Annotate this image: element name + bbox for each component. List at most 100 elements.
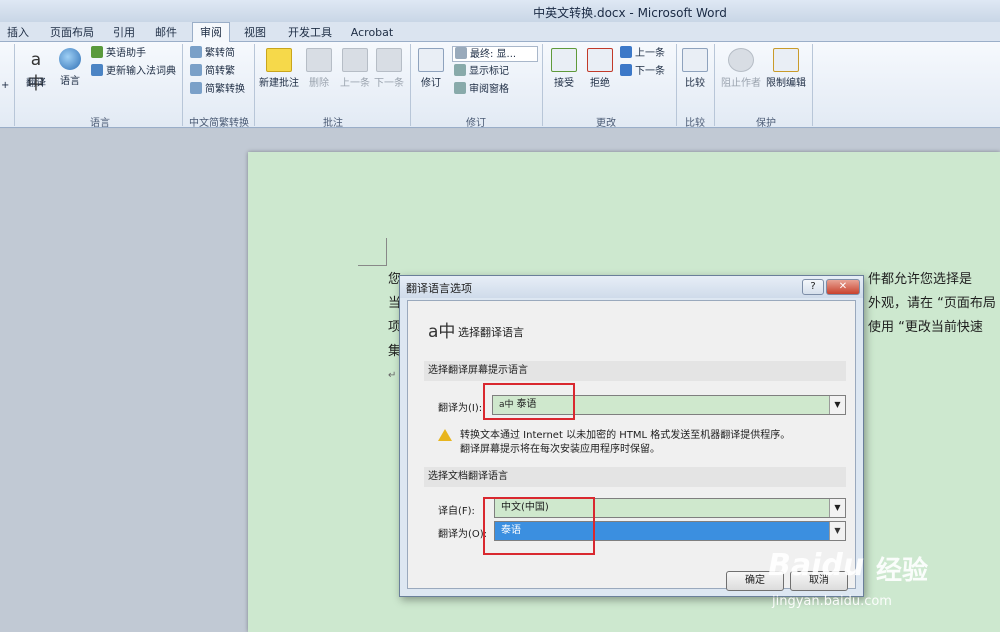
compare-button[interactable]: 比较 (680, 48, 710, 89)
convert-icon (190, 82, 202, 94)
group-label-language: 语言 (90, 118, 110, 129)
translate-button[interactable]: a中 翻译 (20, 48, 52, 94)
new-comment-icon (266, 48, 292, 72)
doc-fragment-2: 外观，请在 “页面布局 (868, 296, 996, 311)
help-button[interactable]: ? (802, 279, 824, 295)
baidu-watermark: Baidu 经验 jingyan.baidu.com (768, 540, 1000, 632)
group-label-protect: 保护 (756, 118, 776, 129)
group-label-tracking: 修订 (466, 118, 486, 129)
close-button[interactable]: ✕ (826, 279, 860, 295)
tab-insert[interactable]: 插入 (4, 24, 32, 42)
doc-translate-to-label: 翻译为(O): (438, 529, 488, 540)
compare-icon (682, 48, 708, 72)
block-authors-icon (728, 48, 754, 72)
block-authors-label: 阻止作者 (721, 78, 761, 89)
english-assistant-label: 英语助手 (106, 48, 146, 59)
delete-comment-icon (306, 48, 332, 72)
prev-change-button[interactable]: 上一条 (620, 46, 665, 62)
convert-sc-tc-button[interactable]: 简繁转换 (190, 82, 245, 98)
convert-sc-tc-label: 简繁转换 (205, 84, 245, 95)
warning-text: 转换文本通过 Internet 以未加密的 HTML 格式发送至机器翻译提供程序… (460, 429, 790, 457)
watermark-suffix: 经验 (876, 556, 929, 586)
prev-change-icon (620, 46, 632, 58)
restrict-editing-button[interactable]: 限制编辑 (764, 48, 808, 89)
warning-line-1: 转换文本通过 Internet 以未加密的 HTML 格式发送至机器翻译提供程序… (460, 430, 791, 441)
highlight-box-2 (483, 497, 595, 555)
accept-icon (551, 48, 577, 72)
tab-developer[interactable]: 开发工具 (282, 24, 338, 42)
next-change-label: 下一条 (635, 66, 665, 77)
language-label: 语言 (60, 76, 80, 87)
update-ime-label: 更新输入法词典 (106, 66, 176, 77)
new-comment-button[interactable]: 新建批注 (258, 48, 300, 89)
next-change-button[interactable]: 下一条 (620, 64, 665, 80)
tab-review[interactable]: 审阅 (192, 22, 230, 43)
review-pane-button[interactable]: 审阅窗格 (454, 82, 509, 98)
language-globe-icon (59, 48, 81, 70)
doc-fragment-3: 使用 “更改当前快速 (868, 320, 983, 335)
delete-comment-button[interactable]: 删除 (304, 48, 334, 89)
chevron-down-icon[interactable]: ▼ (829, 499, 845, 517)
ribbon-tabs: 插入 页面布局 引用 邮件 审阅 视图 开发工具 Acrobat (0, 22, 1000, 43)
watermark-brand: Baidu (768, 548, 865, 583)
reject-label: 拒绝 (590, 78, 610, 89)
group-label-compare: 比较 (685, 118, 705, 129)
book-icon (91, 46, 103, 58)
restrict-edit-label: 限制编辑 (766, 78, 806, 89)
show-markup-label: 显示标记 (469, 66, 509, 77)
to-simplified-label: 繁转简 (205, 48, 235, 59)
language-button[interactable]: 语言 (54, 48, 86, 87)
next-comment-button[interactable]: 下一条 (372, 48, 406, 89)
section-document-language: 选择文档翻译语言 (424, 467, 846, 487)
block-authors-button[interactable]: 阻止作者 (720, 48, 762, 89)
tab-acrobat[interactable]: Acrobat (348, 24, 396, 42)
tab-view[interactable]: 视图 (240, 24, 270, 42)
next-change-icon (620, 64, 632, 76)
to-traditional-button[interactable]: 简转繁 (190, 64, 235, 80)
next-comment-label: 下一条 (374, 78, 404, 89)
compare-label: 比较 (685, 78, 705, 89)
prev-change-label: 上一条 (635, 48, 665, 59)
reject-icon (587, 48, 613, 72)
final-show-dropdown[interactable]: 最终: 显... (452, 46, 538, 62)
to-traditional-label: 简转繁 (205, 66, 235, 77)
track-changes-icon (418, 48, 444, 72)
lock-icon (773, 48, 799, 72)
display-icon (455, 47, 467, 59)
accept-button[interactable]: 接受 (548, 48, 580, 89)
update-ime-button[interactable]: 更新输入法词典 (91, 64, 176, 80)
dialog-title-bar: 翻译语言选项 ? ✕ (400, 276, 863, 298)
track-changes-button[interactable]: 修订 (416, 48, 446, 89)
title-bar: 中英文转换.docx - Microsoft Word (0, 0, 1000, 22)
english-assistant-button[interactable]: 英语助手 (91, 46, 146, 62)
prev-comment-label: 上一条 (340, 78, 370, 89)
traditional-icon (190, 64, 202, 76)
doc-fragment-1: 件都允许您选择是 (868, 272, 973, 287)
to-simplified-button[interactable]: 繁转简 (190, 46, 235, 62)
simplified-icon (190, 46, 202, 58)
chevron-down-icon[interactable]: ▼ (829, 396, 845, 414)
group-label-convert: 中文简繁转换 (189, 118, 249, 129)
tab-mailings[interactable]: 邮件 (152, 24, 180, 42)
tab-references[interactable]: 引用 (110, 24, 138, 42)
warning-line-2: 翻译屏幕提示将在每次安装应用程序时保留。 (460, 444, 660, 455)
review-pane-icon (454, 82, 466, 94)
section-screentip-language: 选择翻译屏幕提示语言 (424, 361, 846, 381)
highlight-box-1 (483, 383, 575, 420)
translate-to-label: 翻译为(I): (438, 403, 483, 414)
tab-page-layout[interactable]: 页面布局 (46, 24, 98, 42)
translate-icon: a中 (27, 50, 45, 94)
ribbon-plus-label: + (1, 80, 10, 91)
chevron-down-icon[interactable]: ▼ (829, 522, 845, 540)
dialog-header: 选择翻译语言 (458, 326, 524, 339)
reject-button[interactable]: 拒绝 (584, 48, 616, 89)
ribbon: + a中 翻译 语言 英语助手 更新输入法词典 语言 繁转简 简转繁 简繁转换 … (0, 42, 1000, 129)
review-pane-label: 审阅窗格 (469, 84, 509, 95)
group-label-changes: 更改 (596, 118, 616, 129)
prev-comment-button[interactable]: 上一条 (338, 48, 372, 89)
show-markup-button[interactable]: 显示标记 (454, 64, 509, 80)
prev-comment-icon (342, 48, 368, 72)
track-changes-label: 修订 (421, 78, 441, 89)
document-text-right: 件都允许您选择是 外观，请在 “页面布局 使用 “更改当前快速 (868, 268, 1000, 340)
translate-from-label: 译自(F): (438, 506, 475, 517)
